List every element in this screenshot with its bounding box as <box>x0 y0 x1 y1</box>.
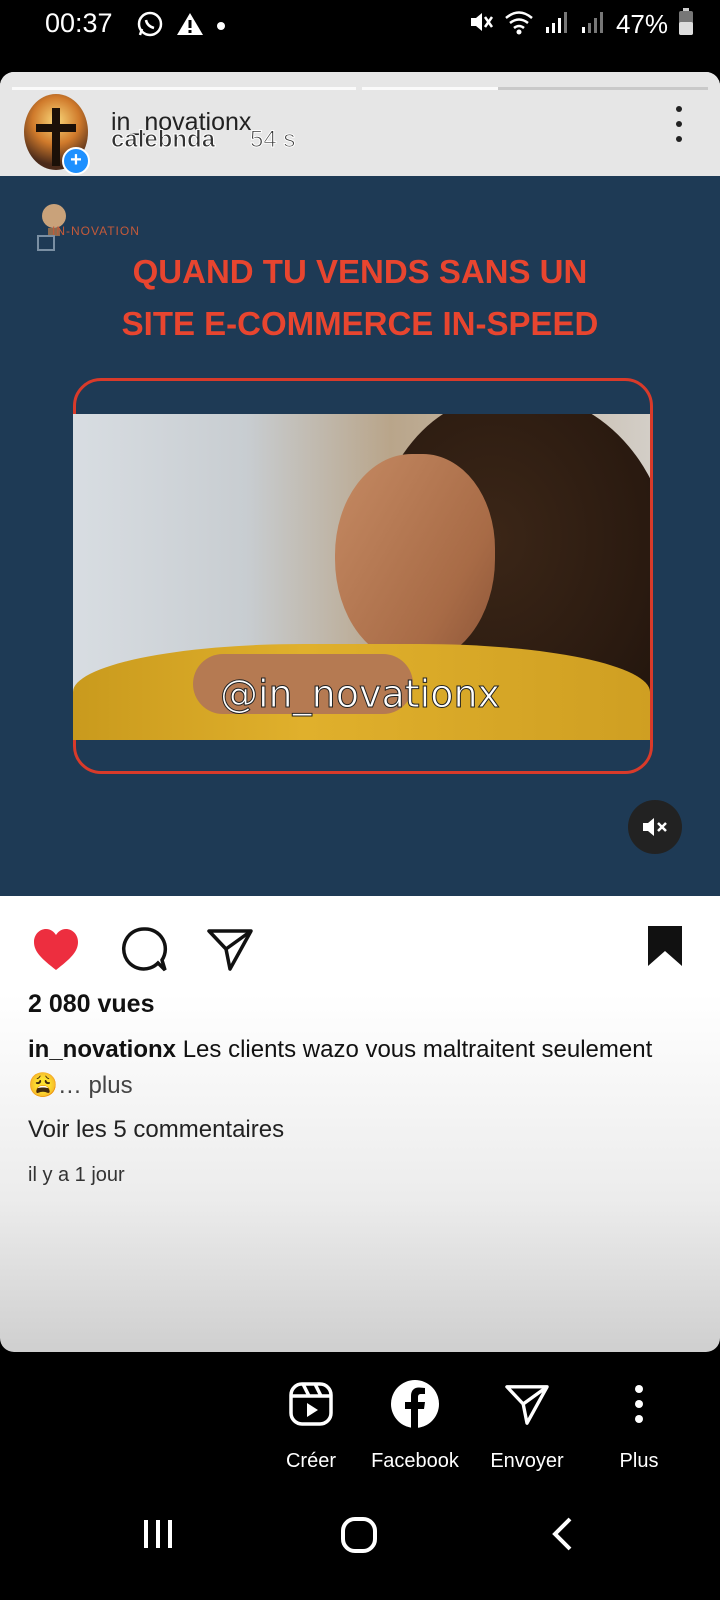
volume-off-icon <box>643 818 667 836</box>
wifi-icon <box>504 9 534 40</box>
watermark: @in_novationx <box>219 672 501 717</box>
comment-icon[interactable] <box>120 926 168 979</box>
elapsed-time: 54 s <box>249 126 296 154</box>
battery-icon <box>678 8 694 41</box>
cross-icon <box>52 108 60 166</box>
caption-username[interactable]: in_novationx <box>28 1036 176 1063</box>
share-facebook-button[interactable]: Facebook <box>360 1374 470 1473</box>
share-send-icon[interactable] <box>206 926 254 977</box>
home-icon[interactable] <box>340 1516 378 1559</box>
post-card: + in_novationx calebnda 54 s IN-NOVATION… <box>0 72 720 1352</box>
warning-icon <box>176 11 204 42</box>
share-send-button[interactable]: Envoyer <box>472 1374 582 1473</box>
system-nav-bar <box>0 1482 720 1600</box>
story-progress-segment <box>12 87 356 90</box>
post-time: il y a 1 jour <box>28 1164 125 1186</box>
dot-icon <box>216 18 226 36</box>
share-send-label: Envoyer <box>490 1450 564 1472</box>
whatsapp-icon <box>136 10 164 43</box>
clock: 00:37 <box>45 8 113 38</box>
brand-text: IN-NOVATION <box>52 224 140 238</box>
mute-icon <box>468 9 494 40</box>
back-icon[interactable] <box>550 1516 574 1557</box>
more-options-icon[interactable] <box>676 106 684 151</box>
views-count: 2 080 vues <box>28 990 155 1018</box>
headline-line: SITE E-COMMERCE IN-SPEED <box>121 305 599 342</box>
view-comments-link[interactable]: Voir les 5 commentaires <box>28 1116 284 1144</box>
share-create-label: Créer <box>285 1450 336 1472</box>
like-heart-icon[interactable] <box>32 928 80 977</box>
story-progress-fill <box>362 87 498 90</box>
share-more-button[interactable]: Plus <box>584 1374 694 1473</box>
more-vert-icon <box>584 1374 694 1434</box>
bookmark-icon[interactable] <box>646 924 684 973</box>
facebook-icon <box>360 1374 470 1434</box>
signal-icon <box>580 9 606 40</box>
headline: QUAND TU VENDS SANS UN SITE E-COMMERCE I… <box>0 246 720 350</box>
headline-line: QUAND TU VENDS SANS UN <box>132 253 588 290</box>
reels-icon <box>256 1374 366 1434</box>
caption-more-link[interactable]: … plus <box>58 1072 133 1099</box>
share-bar: Créer Facebook Envoyer Plus <box>0 1352 720 1482</box>
follow-plus-icon[interactable]: + <box>62 147 90 175</box>
overlay-username: calebnda <box>110 126 216 154</box>
send-icon <box>472 1374 582 1434</box>
share-create-button[interactable]: Créer <box>256 1374 366 1473</box>
status-bar: 00:37 47% <box>0 0 720 52</box>
share-facebook-label: Facebook <box>371 1450 459 1472</box>
battery-percent: 47% <box>615 9 668 39</box>
signal-icon <box>544 9 570 40</box>
caption: in_novationx Les clients wazo vous maltr… <box>28 1032 688 1104</box>
mute-toggle-button[interactable] <box>628 800 682 854</box>
share-more-label: Plus <box>619 1450 659 1472</box>
post-actions <box>0 896 720 996</box>
recents-icon[interactable] <box>140 1516 176 1557</box>
post-media[interactable]: IN-NOVATION QUAND TU VENDS SANS UN SITE … <box>0 176 720 896</box>
